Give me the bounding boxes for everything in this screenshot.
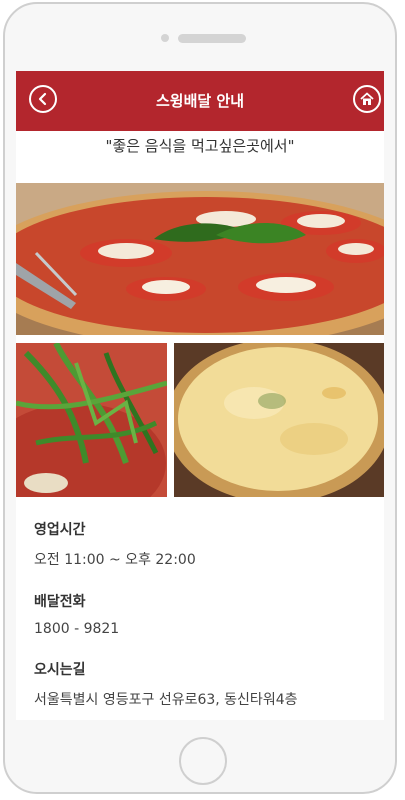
store-info: 영업시간 오전 11:00 ~ 오후 22:00 배달전화 1800 - 982… — [34, 519, 374, 720]
page-title: 스윙배달 안내 — [155, 92, 245, 110]
arugula-pizza-photo — [16, 343, 167, 497]
hours-label: 영업시간 — [34, 522, 86, 538]
slogan-text: "좋은 음식을 먹고싶은곳에서" — [105, 137, 295, 155]
hours-value: 오전 11:00 ~ 오후 22:00 — [34, 552, 196, 568]
phone-value[interactable]: 1800 - 9821 — [34, 621, 374, 637]
camera-dot — [161, 34, 169, 42]
speaker-grille — [178, 34, 246, 43]
phone-label: 배달전화 — [34, 594, 86, 610]
cheese-pizza-photo — [174, 343, 384, 497]
device-home-button[interactable] — [179, 737, 227, 785]
app-header: 스윙배달 안내 — [16, 71, 384, 131]
margherita-pizza-photo — [16, 183, 384, 335]
app-screen: 스윙배달 안내 "좋은 음식을 먹고싶은곳에서" 영업시간 오전 11:00 ~… — [16, 71, 384, 720]
home-icon — [360, 92, 374, 105]
home-button[interactable] — [353, 85, 381, 113]
address-value: 서울특별시 영등포구 선유로63, 동신타워4층 — [34, 692, 298, 708]
directions-label: 오시는길 — [34, 662, 86, 678]
